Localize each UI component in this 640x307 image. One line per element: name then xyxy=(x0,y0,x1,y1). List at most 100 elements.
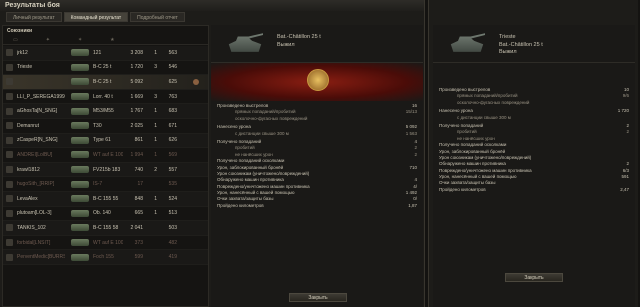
tank-icon xyxy=(71,209,89,217)
damage-column-icon[interactable]: ✦ xyxy=(46,37,50,43)
tab-personal[interactable]: Личный результат xyxy=(6,12,62,22)
tank-column-icon[interactable]: ▭ xyxy=(13,37,18,43)
player-name: krawl1812 xyxy=(17,166,40,173)
second-detail-panel: Trieste Bat.-Châtillon 25 t Выжил Произв… xyxy=(433,25,635,307)
stat-row: с дистанции свыше 300 м xyxy=(439,115,629,121)
player-row[interactable]: LevaAlex B-C 155 55 848 1 524 xyxy=(3,191,208,207)
damage-value: 1 994 xyxy=(130,151,143,158)
tab-bar: Личный результат Командный результат Под… xyxy=(6,12,185,22)
xp-value: 513 xyxy=(168,210,177,217)
stat-value: 15/13 xyxy=(405,109,417,115)
tank-icon xyxy=(71,180,89,188)
player-row[interactable]: ANDREI[LolBU] WT auf E 100 1 994 1 569 xyxy=(3,148,208,163)
tab-detailed[interactable]: Подробный отчет xyxy=(130,12,185,22)
kills-value: 3 xyxy=(154,64,157,71)
xp-value: 671 xyxy=(168,122,177,129)
player-name: aGhosTa[N_SNG] xyxy=(17,108,58,115)
xp-value: 569 xyxy=(168,151,177,158)
player-name: Trieste xyxy=(17,64,33,71)
rank-icon xyxy=(6,136,13,144)
player-row[interactable]: zCaspeR[N_SNG] Type 61 861 1 626 xyxy=(3,133,208,149)
stat-value: 591 xyxy=(621,174,629,180)
player-row[interactable]: TANKIS_102 B-C 155 58 2 041 503 xyxy=(3,221,208,236)
damage-value: 17 xyxy=(137,181,143,188)
stat-row: Пройдено километров 1,87 xyxy=(217,203,417,209)
kills-column-icon[interactable]: ✶ xyxy=(78,37,82,43)
tank-name: Ob. 140 xyxy=(93,210,111,217)
player-row[interactable]: PerventMedic[BURRS] Foch 155 599 419 xyxy=(3,250,208,265)
player-row[interactable]: B-C 25 t 5 092 625 xyxy=(3,75,208,90)
player-row[interactable]: Trieste B-C 25 t 1 720 3 546 xyxy=(3,61,208,76)
tank-name: FV215b 183 xyxy=(93,166,121,173)
tank-image-icon xyxy=(450,33,485,52)
damage-value: 2 025 xyxy=(130,122,143,129)
player-row[interactable]: LLI_P_SEREGA1999.. Lorr. 40 t 1 669 3 763 xyxy=(3,90,208,105)
tank-icon xyxy=(71,136,89,144)
xp-value: 419 xyxy=(168,254,177,261)
stat-value: 2,47 xyxy=(620,186,629,192)
tank-icon xyxy=(71,224,89,232)
player-detail-panel: Bat.-Châtillon 25 t Выжил Произведено вы… xyxy=(211,25,423,307)
survival-status: Выжил xyxy=(277,41,295,48)
survival-status: Выжил xyxy=(499,49,517,55)
tank-icon xyxy=(71,151,89,159)
xp-value: 482 xyxy=(168,239,177,246)
stat-label: осколочно-фугасных повреждений xyxy=(457,99,530,105)
detail-header: Bat.-Châtillon 25 t Выжил xyxy=(211,25,423,63)
player-name: TANKIS_102 xyxy=(17,224,46,231)
medal-icon[interactable] xyxy=(193,78,199,85)
rank-icon xyxy=(6,151,13,159)
tank-icon xyxy=(71,63,89,71)
close-button[interactable]: Закрыть xyxy=(289,293,347,302)
player-row[interactable]: jrk12 121 3 208 1 563 xyxy=(3,46,208,61)
stat-value: 1,87 xyxy=(408,202,417,208)
damage-value: 1 767 xyxy=(130,108,143,115)
xp-value: 503 xyxy=(168,224,177,231)
tank-name: Lorr. 40 t xyxy=(93,93,113,100)
rank-icon xyxy=(6,239,13,247)
damage-value: 861 xyxy=(134,137,143,144)
rank-icon xyxy=(6,180,13,188)
player-name: hugoSith_[RRIP] xyxy=(17,181,55,188)
close-button[interactable]: Закрыть xyxy=(505,273,563,282)
stat-row: с дистанции свыше 300 м 1 563 xyxy=(217,131,417,137)
player-row[interactable]: plutoam[LOL-3] Ob. 140 665 1 513 xyxy=(3,207,208,222)
rank-icon xyxy=(6,224,13,232)
stat-value: 2 xyxy=(414,151,417,157)
xp-value: 563 xyxy=(168,49,177,56)
player-row[interactable]: krawl1812 FV215b 183 740 2 557 xyxy=(3,162,208,178)
player-row[interactable]: aGhosTa[N_SNG] M53/M55 1 767 1 683 xyxy=(3,104,208,119)
player-row[interactable]: forbidal[LNSIT] WT auf E 100 373 482 xyxy=(3,236,208,251)
tank-name: 121 xyxy=(93,49,102,56)
player-name: zCaspeR[N_SNG] xyxy=(17,137,58,144)
tank-icon xyxy=(71,166,89,174)
player-row[interactable]: Demanrut T30 2 025 1 671 xyxy=(3,119,208,134)
tank-name: B-C 25 t xyxy=(93,64,112,71)
tab-team[interactable]: Командный результат xyxy=(63,12,129,22)
tank-icon xyxy=(71,78,89,86)
stat-row: осколочно-фугасных повреждений xyxy=(217,116,417,122)
xp-column-icon[interactable]: ★ xyxy=(110,37,114,43)
player-name: plutoam[LOL-3] xyxy=(17,210,52,217)
damage-value: 5 092 xyxy=(130,78,143,85)
stat-row: осколочно-фугасных повреждений xyxy=(439,100,629,106)
damage-value: 2 041 xyxy=(130,224,143,231)
rank-icon xyxy=(6,122,13,130)
player-name: LevaAlex xyxy=(17,195,38,202)
xp-value: 626 xyxy=(168,137,177,144)
kills-value: 2 xyxy=(154,166,157,173)
team-panel: Союзники ▭ ✦ ✶ ★ jrk12 121 3 208 1 563 Triest… xyxy=(2,25,209,307)
stat-value: 1 720 xyxy=(617,108,629,114)
tank-icon xyxy=(71,107,89,115)
rank-icon xyxy=(6,253,13,261)
tank-name: Bat.-Châtillon 25 t xyxy=(277,34,321,40)
medal-icon[interactable] xyxy=(307,69,329,91)
rank-icon xyxy=(6,107,13,115)
rank-icon xyxy=(6,78,13,86)
xp-value: 683 xyxy=(168,108,177,115)
player-row[interactable]: hugoSith_[RRIP] IS-7 17 535 xyxy=(3,177,208,192)
damage-value: 3 208 xyxy=(130,49,143,56)
second-detail-window: Trieste Bat.-Châtillon 25 t Выжил Произв… xyxy=(428,0,638,307)
stat-row: Пройдено километров 2,47 xyxy=(439,187,629,193)
rank-icon xyxy=(6,209,13,217)
